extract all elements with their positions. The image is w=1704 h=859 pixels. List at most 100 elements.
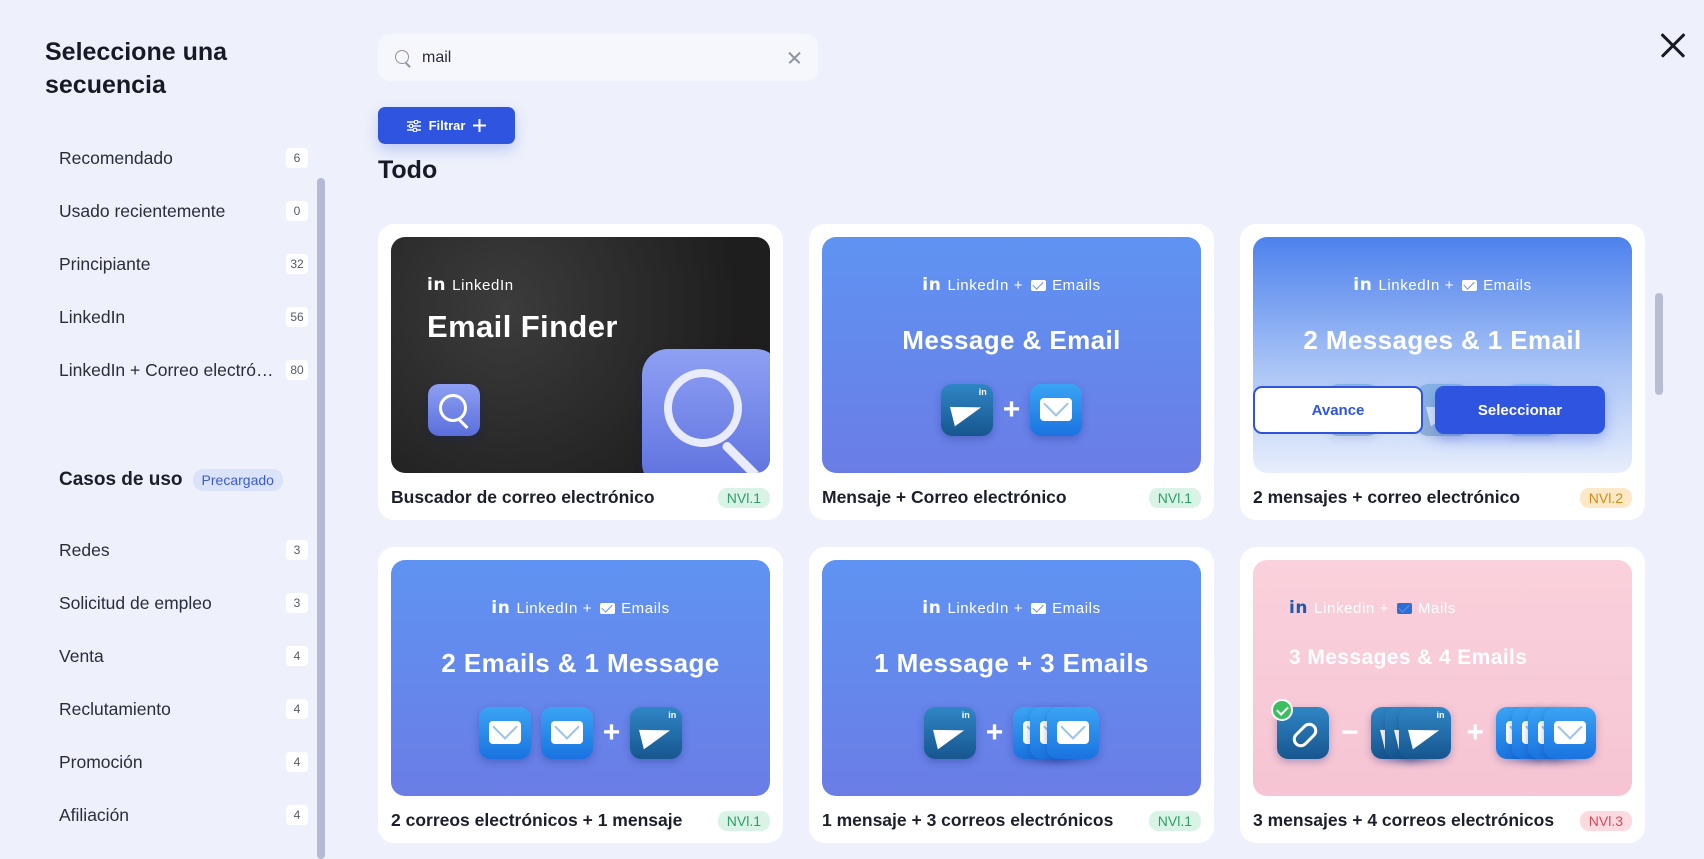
email-stack	[1013, 707, 1100, 759]
thumb-icons: +	[822, 707, 1201, 759]
sidebar-scrollbar[interactable]	[317, 178, 325, 859]
count-badge: 6	[286, 148, 308, 168]
sidebar-item-usado-recientemente[interactable]: Usado recientemente 0	[0, 191, 315, 231]
sidebar-item-label: Principiante	[59, 253, 151, 274]
sidebar-item-linkedin[interactable]: LinkedIn 56	[0, 297, 315, 337]
card-title: 3 mensajes + 4 correos electrónicos	[1253, 810, 1555, 830]
sidebar-item-redes[interactable]: Redes 3	[0, 530, 315, 570]
linkedin-message-stack	[1370, 707, 1455, 759]
card-footer: 1 mensaje + 3 correos electrónicos NVl.1	[822, 810, 1201, 831]
thumb-header-text: Linkedin +	[1314, 599, 1389, 617]
count-badge: 4	[286, 646, 308, 666]
sequence-card[interactable]: in LinkedIn + Emails 1 Message + 3 Email…	[809, 547, 1214, 843]
thumb-header-text: Emails	[1052, 599, 1101, 617]
close-icon[interactable]	[1660, 32, 1686, 58]
card-title: Buscador de correo electrónico	[391, 487, 655, 507]
card-footer: 3 mensajes + 4 correos electrónicos NVl.…	[1253, 810, 1632, 831]
thumb-header: in LinkedIn + Emails	[1253, 275, 1632, 295]
thumb-icons: +	[822, 384, 1201, 436]
email-stack	[1496, 707, 1598, 759]
email-icon	[540, 707, 593, 759]
sidebar-item-linkedin-correo[interactable]: LinkedIn + Correo electrónico 80	[0, 350, 315, 390]
card-title: Mensaje + Correo electrónico	[822, 487, 1067, 507]
sidebar-item-label: Usado recientemente	[59, 200, 226, 221]
thumb-header: in LinkedIn	[391, 275, 770, 295]
sequence-card[interactable]: in LinkedIn + Emails Message & Email + M…	[809, 224, 1214, 520]
search-icon	[428, 384, 480, 436]
use-cases-title: Casos de uso	[59, 469, 183, 490]
mail-icon	[1396, 602, 1412, 614]
card-thumbnail: in LinkedIn + Emails 1 Message + 3 Email…	[822, 560, 1201, 796]
sidebar: Seleccione una secuencia Recomendado 6 U…	[0, 0, 330, 859]
sidebar-item-label: Redes	[59, 539, 110, 560]
sidebar-item-principiante[interactable]: Principiante 32	[0, 244, 315, 284]
sidebar-item-promocion[interactable]: Promoción 4	[0, 742, 315, 782]
check-icon	[1271, 699, 1293, 721]
card-title: 2 correos electrónicos + 1 mensaje	[391, 810, 683, 830]
thumb-header-text: LinkedIn +	[947, 599, 1024, 617]
card-title: 1 mensaje + 3 correos electrónicos	[822, 810, 1114, 830]
linkedin-icon: in	[491, 598, 511, 618]
thumb-title: Message & Email	[902, 325, 1121, 355]
level-badge: NVl.1	[717, 487, 770, 508]
card-thumbnail: in LinkedIn Email Finder	[391, 237, 770, 473]
count-badge: 4	[286, 752, 308, 772]
count-badge: 32	[286, 254, 308, 274]
thumb-header: in LinkedIn + Emails	[822, 598, 1201, 618]
email-icon	[1047, 707, 1100, 759]
sidebar-item-afiliacion[interactable]: Afiliación 4	[0, 795, 315, 835]
level-badge: NVl.1	[1148, 810, 1201, 831]
page-title: Seleccione una secuencia	[45, 38, 228, 99]
thumb-header-text: LinkedIn +	[947, 276, 1024, 294]
mail-icon	[1462, 279, 1478, 291]
thumb-header-text: LinkedIn	[452, 276, 514, 294]
magnifier-icon	[642, 349, 770, 473]
sidebar-item-label: Promoción	[59, 751, 143, 772]
level-badge: NVl.1	[1148, 487, 1201, 508]
filter-button[interactable]: Filtrar	[378, 107, 515, 144]
sidebar-item-solicitud-empleo[interactable]: Solicitud de empleo 3	[0, 583, 315, 623]
linkedin-icon: in	[1353, 275, 1373, 295]
email-icon	[478, 707, 531, 759]
card-actions: Avance Seleccionar	[1253, 386, 1645, 434]
count-badge: 4	[286, 699, 308, 719]
card-thumbnail: in Linkedin + Mails 3 Messages & 4 Email…	[1253, 560, 1632, 796]
select-button[interactable]: Seleccionar	[1435, 386, 1605, 434]
sidebar-item-recomendado[interactable]: Recomendado 6	[0, 138, 315, 178]
card-footer: 2 correos electrónicos + 1 mensaje NVl.1	[391, 810, 770, 831]
thumb-icons: +	[391, 707, 770, 759]
level-badge: NVl.3	[1579, 810, 1632, 831]
level-badge: NVl.2	[1579, 487, 1632, 508]
thumb-header: in LinkedIn + Emails	[822, 275, 1201, 295]
count-badge: 80	[286, 360, 308, 380]
sliders-icon	[406, 119, 421, 132]
count-badge: 4	[286, 805, 308, 825]
sidebar-item-label: Afiliación	[59, 804, 130, 825]
preview-button[interactable]: Avance	[1253, 386, 1423, 434]
clear-search-icon[interactable]	[786, 50, 802, 66]
content-scrollbar[interactable]	[1655, 293, 1663, 395]
sequence-card[interactable]: in LinkedIn + Emails 2 Emails & 1 Messag…	[378, 547, 783, 843]
thumb-title: 2 Emails & 1 Message	[441, 648, 720, 678]
search-bar	[378, 34, 818, 81]
plus-icon: +	[602, 716, 621, 749]
sequence-card[interactable]: in Linkedin + Mails 3 Messages & 4 Email…	[1240, 547, 1645, 843]
thumb-title: 3 Messages & 4 Emails	[1289, 646, 1528, 669]
thumb-title: 1 Message + 3 Emails	[874, 648, 1149, 678]
thumb-title: Email Finder	[427, 309, 618, 344]
sidebar-item-venta[interactable]: Venta 4	[0, 636, 315, 676]
plus-icon	[473, 119, 487, 132]
sidebar-item-label: LinkedIn + Correo electrónico	[59, 359, 274, 380]
filter-label: Filtrar	[428, 118, 466, 133]
sidebar-item-reclutamiento[interactable]: Reclutamiento 4	[0, 689, 315, 729]
linkedin-connect-icon	[1271, 699, 1329, 759]
sequence-card[interactable]: in LinkedIn Email Finder Buscador de cor…	[378, 224, 783, 520]
linkedin-message-icon	[1398, 707, 1451, 759]
count-badge: 56	[286, 307, 308, 327]
count-badge: 3	[286, 593, 308, 613]
use-cases-header: Casos de uso Precargado	[59, 469, 283, 491]
sequence-card[interactable]: in LinkedIn + Emails 2 Messages & 1 Emai…	[1240, 224, 1645, 520]
search-input[interactable]	[422, 48, 786, 67]
plus-icon: +	[1466, 716, 1485, 749]
thumb-header-text: LinkedIn +	[1378, 276, 1455, 294]
